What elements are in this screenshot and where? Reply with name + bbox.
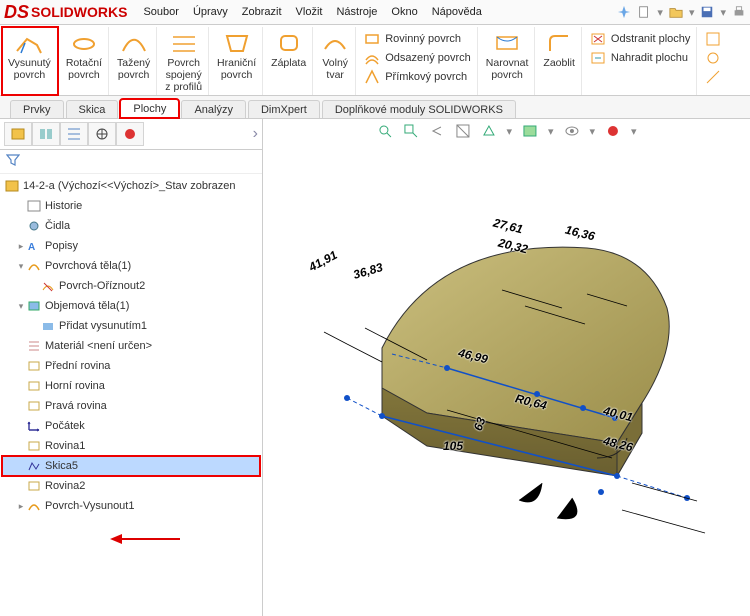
tree-povrch-vysunout1[interactable]: ▸Povrch-Vysunout1 bbox=[2, 496, 260, 516]
ribbon-extra-3[interactable] bbox=[705, 69, 721, 85]
ribbon-odstranit-plochy[interactable]: Odstranit plochy bbox=[590, 31, 690, 47]
tab-doplnky[interactable]: Doplňkové moduly SOLIDWORKS bbox=[322, 100, 516, 118]
ribbon-zaplata[interactable]: Záplata bbox=[265, 27, 313, 95]
ribbon-extra-1[interactable] bbox=[705, 31, 721, 47]
tree-objemova-tela[interactable]: ▾Objemová těla(1) bbox=[2, 296, 260, 316]
tree-cidla[interactable]: Čidla bbox=[2, 216, 260, 236]
fm-expand-icon[interactable]: › bbox=[253, 125, 258, 143]
dim-105: 105 bbox=[443, 439, 463, 453]
app-logo: DS SOLIDWORKS bbox=[4, 2, 127, 23]
filter-icon[interactable] bbox=[6, 153, 20, 167]
tab-skica[interactable]: Skica bbox=[66, 100, 119, 118]
tree-povrchova-tela[interactable]: ▾Povrchová těla(1) bbox=[2, 256, 260, 276]
ribbon-volny-tvar[interactable]: Volnýtvar bbox=[315, 27, 356, 95]
fm-tab-appearance[interactable] bbox=[116, 122, 144, 146]
tab-analyzy[interactable]: Analýzy bbox=[181, 100, 246, 118]
ribbon-zaoblit[interactable]: Zaoblit bbox=[537, 27, 582, 95]
fm-tab-config[interactable] bbox=[32, 122, 60, 146]
open-icon[interactable] bbox=[669, 5, 683, 19]
ribbon-rovinny-povrch[interactable]: Rovinný povrch bbox=[364, 31, 471, 47]
tree-rovina1[interactable]: Rovina1 bbox=[2, 436, 260, 456]
tree-skica5[interactable]: Skica5 bbox=[2, 456, 260, 476]
save-icon[interactable] bbox=[700, 5, 714, 19]
tab-plochy[interactable]: Plochy bbox=[120, 99, 179, 118]
menu-zobrazit[interactable]: Zobrazit bbox=[242, 6, 282, 18]
tree-root[interactable]: 14-2-a (Výchozí<<Výchozí>_Stav zobrazen bbox=[2, 176, 260, 196]
tree-rovina2[interactable]: Rovina2 bbox=[2, 476, 260, 496]
tab-dimxpert[interactable]: DimXpert bbox=[248, 100, 320, 118]
ribbon-odsazeny-povrch[interactable]: Odsazený povrch bbox=[364, 50, 471, 66]
svg-text:A: A bbox=[28, 242, 35, 252]
ribbon-povrch-spojeny[interactable]: Povrchspojenýz profilů bbox=[159, 27, 209, 95]
menu-vlozit[interactable]: Vložit bbox=[296, 6, 323, 18]
tree-pridat-vysunutim1[interactable]: Přidat vysunutím1 bbox=[2, 316, 260, 336]
tree-prava-rovina[interactable]: Pravá rovina bbox=[2, 396, 260, 416]
tab-prvky[interactable]: Prvky bbox=[10, 100, 64, 118]
ribbon-nahradit-plochu[interactable]: Nahradit plochu bbox=[590, 50, 690, 66]
tree-historie[interactable]: Historie bbox=[2, 196, 260, 216]
ribbon-hranicni-povrch[interactable]: Hraničnípovrch bbox=[211, 27, 263, 95]
tree-popisy[interactable]: ▸APopisy bbox=[2, 236, 260, 256]
menu-okno[interactable]: Okno bbox=[391, 6, 417, 18]
ribbon-narovnat-povrch[interactable]: Narovnatpovrch bbox=[480, 27, 536, 95]
model-viewport[interactable] bbox=[263, 119, 750, 616]
menu-soubor[interactable]: Soubor bbox=[143, 6, 178, 18]
tree-pocatek[interactable]: Počátek bbox=[2, 416, 260, 436]
tree-material[interactable]: Materiál <není určen> bbox=[2, 336, 260, 356]
ribbon-rotacni-povrch[interactable]: Rotačnípovrch bbox=[60, 27, 109, 95]
tree-predni-rovina[interactable]: Přední rovina bbox=[2, 356, 260, 376]
menu-upravy[interactable]: Úpravy bbox=[193, 6, 228, 18]
brand-mark: DS bbox=[4, 2, 29, 23]
menu-nastroje[interactable]: Nástroje bbox=[336, 6, 377, 18]
fm-tab-prop[interactable] bbox=[60, 122, 88, 146]
brand-name: SOLIDWORKS bbox=[31, 4, 127, 20]
annotation-arrow-icon bbox=[110, 532, 180, 546]
fm-tab-display[interactable] bbox=[88, 122, 116, 146]
tree-horni-rovina[interactable]: Horní rovina bbox=[2, 376, 260, 396]
ribbon-extra-2[interactable] bbox=[705, 50, 721, 66]
menu-napoveda[interactable]: Nápověda bbox=[432, 6, 482, 18]
new-icon[interactable] bbox=[637, 5, 651, 19]
print-icon[interactable] bbox=[732, 5, 746, 19]
fm-tab-tree[interactable] bbox=[4, 122, 32, 146]
pin-icon[interactable] bbox=[617, 5, 631, 19]
ribbon-primkovy-povrch[interactable]: Přímkový povrch bbox=[364, 69, 471, 85]
model-3d bbox=[287, 178, 727, 558]
ribbon-vysunuty-povrch[interactable]: Vysunutýpovrch bbox=[2, 27, 58, 95]
tree-povrch-oriznout2[interactable]: Povrch-Oříznout2 bbox=[2, 276, 260, 296]
ribbon-tazeny-povrch[interactable]: Taženýpovrch bbox=[111, 27, 157, 95]
